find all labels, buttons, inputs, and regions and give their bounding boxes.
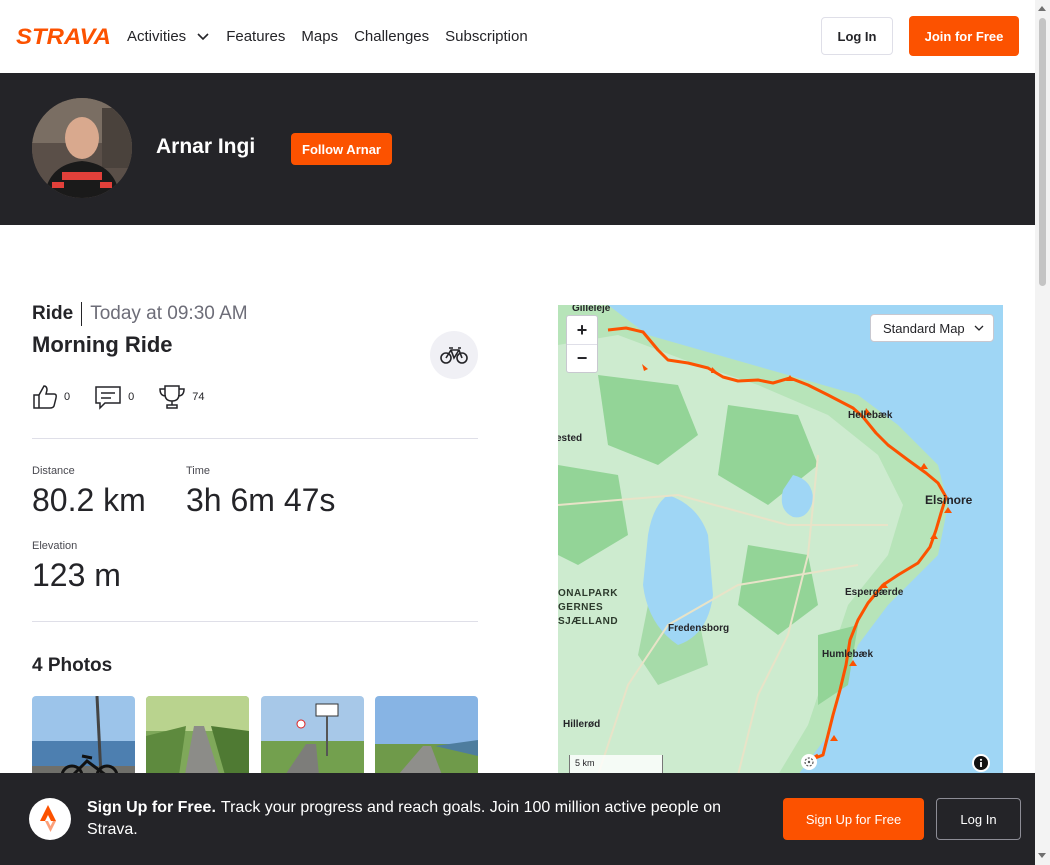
distance-label: Distance [32, 465, 75, 477]
divider [32, 621, 478, 622]
signup-button[interactable]: Sign Up for Free [783, 798, 924, 840]
distance-value: 80.2 km [32, 482, 146, 518]
map-style-label: Standard Map [883, 320, 965, 336]
activity-date: Today at 09:30 AM [90, 303, 248, 324]
map-label-sted: ested [558, 433, 583, 444]
activity-type: Ride [32, 302, 83, 326]
banner-headline: Sign Up for Free. [87, 799, 216, 816]
follow-button[interactable]: Follow Arnar [291, 133, 392, 165]
thumbs-up-icon [33, 385, 57, 409]
map-label-hillerod: Hillerød [563, 719, 601, 730]
avatar-image [32, 98, 132, 198]
route-map[interactable]: Gilleleje Hellebæk Elsinore Espergærde H… [558, 305, 1003, 775]
map-scale: 5 km [569, 755, 663, 775]
elevation-value: 123 m [32, 557, 121, 593]
signup-banner: Sign Up for Free. Track your progress and… [0, 773, 1035, 865]
map-label-humlebaek: Humlebæk [822, 649, 874, 660]
achievements-button[interactable]: 74 [158, 384, 205, 410]
sport-badge [430, 331, 478, 379]
chevron-down-icon [197, 33, 209, 41]
map-label-gilleleje: Gilleleje [572, 305, 611, 314]
photos-title: 4 Photos [32, 655, 113, 676]
nav-features[interactable]: Features [226, 28, 285, 45]
map-label-park1: ONALPARK [558, 588, 618, 599]
info-icon[interactable] [972, 754, 990, 772]
trophy-icon [159, 385, 186, 409]
strava-logo[interactable]: STRAVA [16, 26, 112, 46]
nav-activities[interactable]: Activities [127, 28, 210, 45]
nav-activities-label: Activities [127, 27, 187, 45]
svg-text:STRAVA: STRAVA [16, 26, 111, 46]
activity-meta: Ride Today at 09:30 AM [32, 301, 248, 327]
scroll-thumb[interactable] [1039, 18, 1046, 286]
divider [32, 438, 478, 439]
locate-icon[interactable] [801, 754, 817, 770]
login-button[interactable]: Log In [821, 17, 893, 55]
avatar[interactable] [32, 98, 132, 198]
scroll-up-icon[interactable] [1038, 6, 1046, 11]
chevron-down-icon [974, 325, 984, 331]
scrollbar[interactable] [1035, 0, 1050, 865]
map-label-espergaerde: Espergærde [845, 587, 904, 598]
elevation-label: Elevation [32, 540, 78, 552]
zoom-in-button[interactable]: + [567, 316, 597, 344]
map-label-park2: GERNES [558, 602, 604, 613]
map-label-fredensborg: Fredensborg [668, 623, 730, 634]
zoom-out-button[interactable]: − [567, 344, 597, 372]
comment-icon [95, 386, 121, 410]
banner-text: Sign Up for Free. Track your progress and… [87, 797, 767, 841]
nav-links: Activities Features Maps Challenges Subs… [127, 0, 528, 72]
nav-subscription[interactable]: Subscription [445, 28, 528, 45]
time-label: Time [186, 465, 211, 477]
athlete-name[interactable]: Arnar Ingi [156, 135, 255, 159]
join-button[interactable]: Join for Free [909, 16, 1019, 56]
kudos-button[interactable]: 0 [32, 384, 70, 410]
activity-title: Morning Ride [32, 332, 173, 357]
time-value: 3h 6m 47s [186, 482, 336, 518]
scroll-down-icon[interactable] [1038, 853, 1046, 858]
athlete-header: Arnar Ingi Follow Arnar [0, 73, 1035, 225]
zoom-controls: + − [566, 315, 598, 373]
achievements-count: 74 [192, 391, 205, 403]
map-label-hellebaek: Hellebæk [848, 410, 893, 421]
strava-logo-icon [29, 798, 71, 840]
map-canvas [558, 305, 1003, 775]
map-label-park3: SJÆLLAND [558, 616, 619, 627]
social-stats: 0 0 74 [32, 384, 229, 410]
login-button[interactable]: Log In [936, 798, 1021, 840]
comments-count: 0 [128, 391, 135, 403]
map-style-select[interactable]: Standard Map [870, 314, 994, 342]
map-label-elsinore: Elsinore [925, 493, 973, 507]
kudos-count: 0 [64, 391, 71, 403]
bike-icon [440, 347, 468, 364]
comments-button[interactable]: 0 [94, 384, 134, 410]
top-nav: STRAVA Activities Features Maps Challeng… [0, 0, 1035, 73]
nav-challenges[interactable]: Challenges [354, 28, 429, 45]
nav-maps[interactable]: Maps [301, 28, 338, 45]
